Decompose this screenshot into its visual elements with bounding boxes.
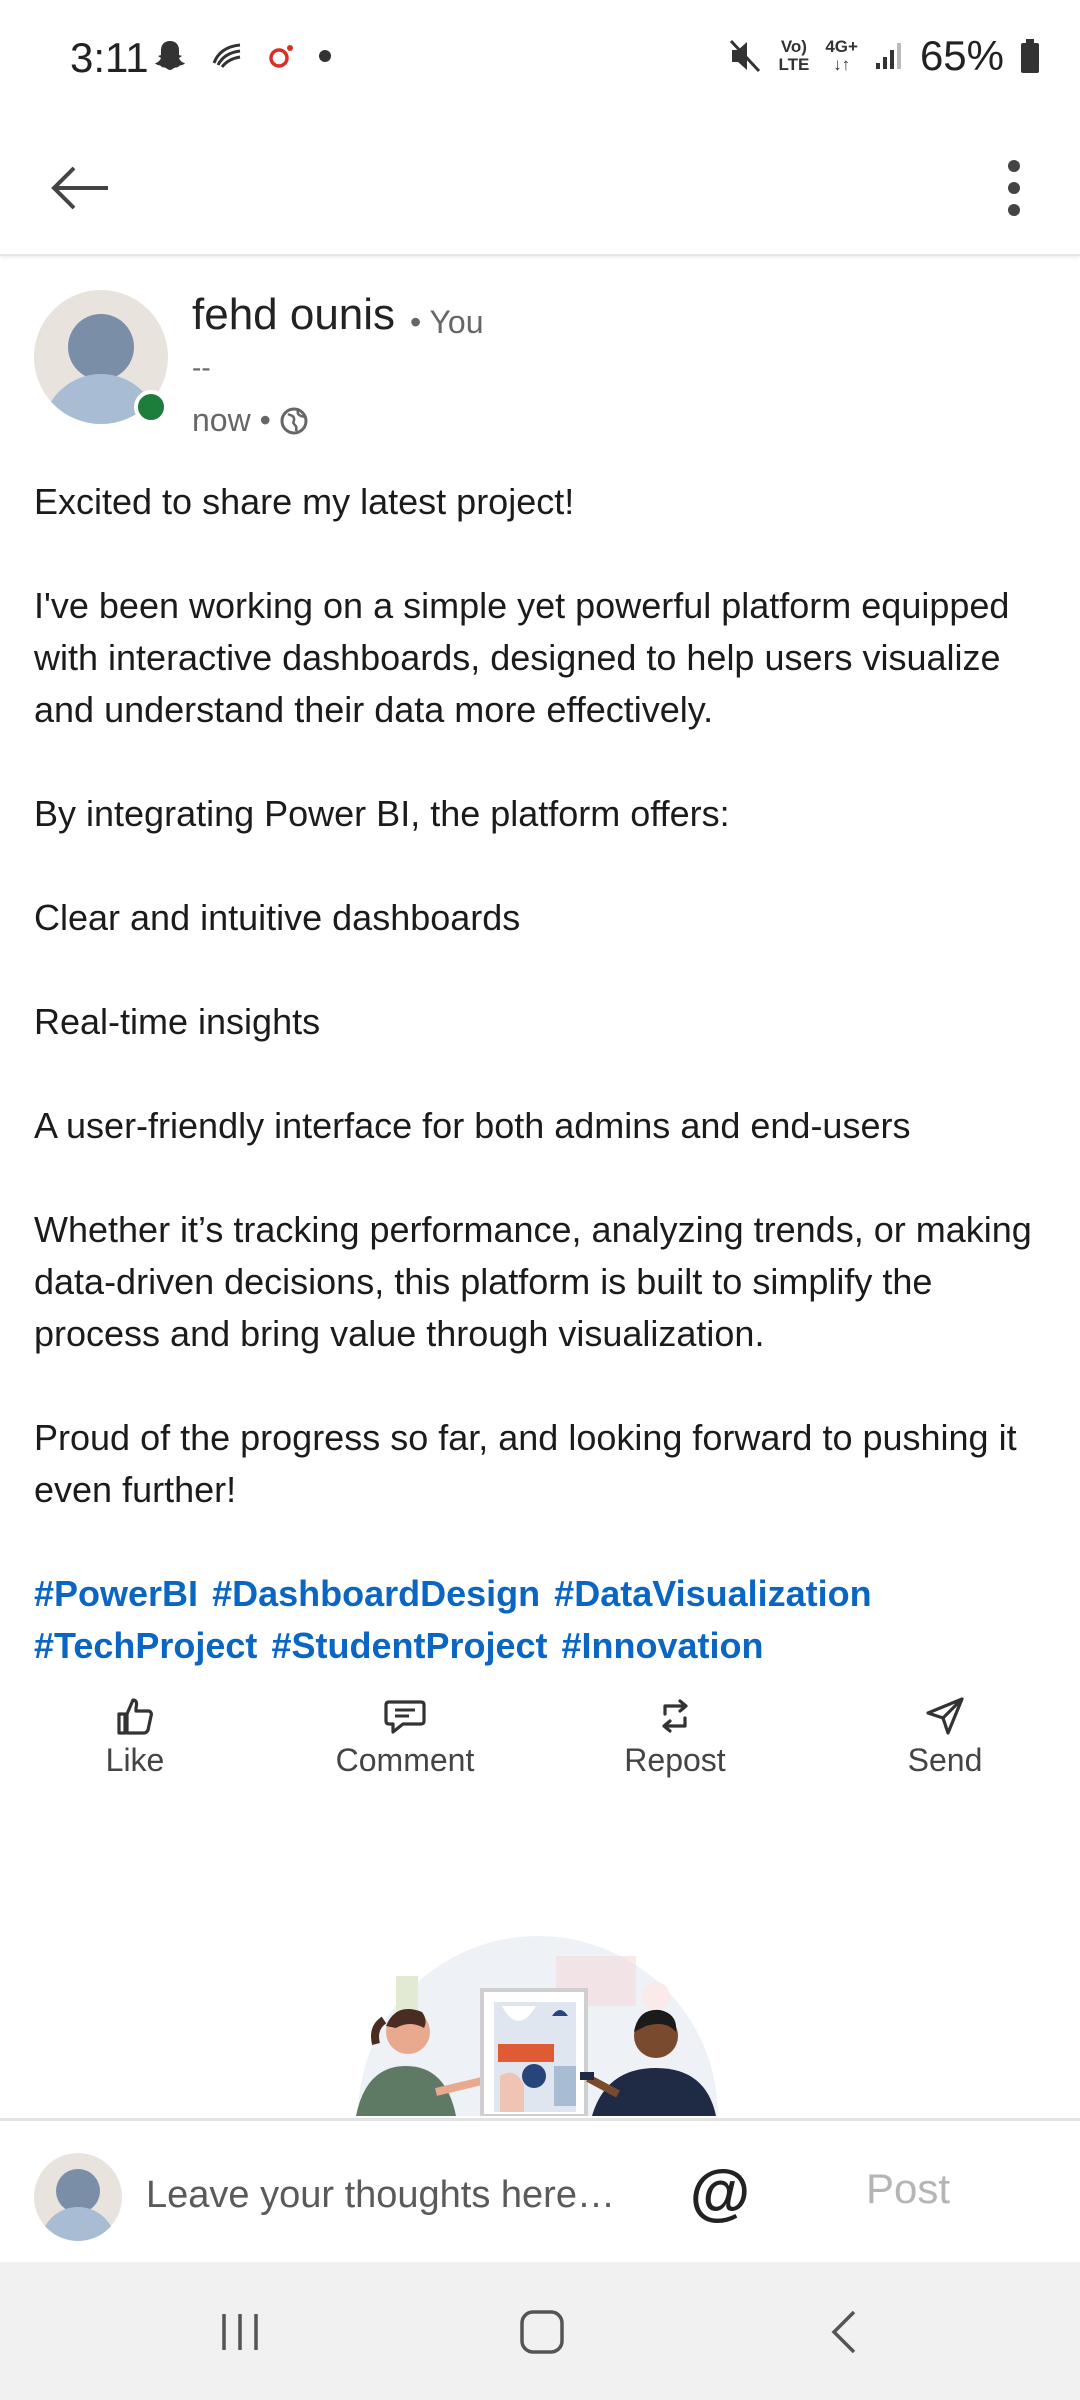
- back-nav-button[interactable]: [804, 2302, 884, 2362]
- avatar-head: [68, 314, 134, 380]
- post-paragraph: A user-friendly interface for both admin…: [34, 1105, 911, 1146]
- post-paragraph: Clear and intuitive dashboards: [34, 897, 521, 938]
- data-type: 4G+: [825, 37, 858, 56]
- post-body: Excited to share my latest project! I've…: [34, 476, 1054, 1672]
- hashtags: #PowerBI #DashboardDesign #DataVisualiza…: [34, 1568, 1054, 1672]
- comment-input[interactable]: [146, 2161, 646, 2229]
- globe-icon: [280, 407, 308, 434]
- thumbs-up-icon: [117, 1698, 153, 1735]
- app-bar: [0, 118, 1080, 256]
- status-right: Vo) LTE 4G+ ↓↑ 65%: [728, 32, 1040, 80]
- author-relation: • You: [410, 304, 484, 340]
- home-button[interactable]: [502, 2302, 582, 2362]
- hashtag-link[interactable]: #TechProject: [34, 1625, 257, 1666]
- data-indicator: 4G+ ↓↑: [825, 38, 858, 74]
- like-label: Like: [105, 1742, 165, 1778]
- repost-button[interactable]: Repost: [540, 1696, 810, 1796]
- hashtag-link[interactable]: #StudentProject: [271, 1625, 547, 1666]
- hashtag-link[interactable]: #DashboardDesign: [212, 1573, 540, 1614]
- more-options-button[interactable]: [982, 146, 1046, 230]
- notification-icons: [152, 38, 332, 74]
- send-label: Send: [907, 1742, 983, 1778]
- recent-apps-icon: [222, 2314, 258, 2350]
- data-arrows-icon: ↓↑: [833, 55, 851, 74]
- mention-button[interactable]: @: [688, 2155, 752, 2229]
- author-headline: --: [192, 352, 211, 383]
- back-button[interactable]: [40, 148, 120, 228]
- red-app-icon: [269, 45, 293, 68]
- repost-label: Repost: [624, 1742, 726, 1778]
- hashtag-link[interactable]: #PowerBI: [34, 1573, 198, 1614]
- comment-bar: @ Post: [0, 2118, 1080, 2262]
- avatar-body: [40, 2207, 116, 2241]
- more-vertical-icon: [1008, 160, 1020, 216]
- post-header: fehd ounis • You -- now •: [34, 290, 1044, 450]
- online-status-icon: [134, 390, 168, 424]
- post-paragraph: I've been working on a simple yet powerf…: [34, 585, 1010, 730]
- repost-icon: [662, 1699, 688, 1733]
- recent-apps-button[interactable]: [200, 2302, 280, 2362]
- chevron-left-icon: [831, 2310, 856, 2354]
- author-name[interactable]: fehd ounis: [192, 290, 395, 340]
- like-button[interactable]: Like: [0, 1696, 270, 1796]
- comment-button[interactable]: Comment: [270, 1696, 540, 1796]
- volte-indicator: Vo) LTE: [778, 38, 809, 74]
- volte-top: Vo): [780, 37, 807, 56]
- comments-empty-illustration: [356, 1916, 726, 2116]
- user-avatar: [34, 2153, 122, 2241]
- comment-label: Comment: [335, 1742, 475, 1778]
- post-comment-button[interactable]: Post: [866, 2165, 950, 2213]
- post-actions: Like Comment Repost Send: [0, 1696, 1080, 1796]
- status-time: 3:11: [70, 34, 149, 81]
- post-paragraph: Proud of the progress so far, and lookin…: [34, 1417, 1017, 1510]
- post-paragraph: Real-time insights: [34, 1001, 321, 1042]
- more-notifications-dot-icon: [319, 50, 331, 62]
- author-avatar[interactable]: [34, 290, 168, 424]
- post-paragraph: Excited to share my latest project!: [34, 481, 575, 522]
- comment-icon: [384, 1700, 426, 1734]
- send-button[interactable]: Send: [810, 1696, 1080, 1796]
- volte-bottom: LTE: [778, 55, 810, 74]
- home-icon: [520, 2310, 564, 2354]
- post-time: now •: [192, 402, 271, 438]
- post-meta: now •: [192, 402, 309, 439]
- hashtag-link[interactable]: #Innovation: [562, 1625, 764, 1666]
- app-notification-icon: [212, 43, 241, 68]
- send-icon: [926, 1697, 964, 1735]
- system-nav-bar: [0, 2262, 1080, 2400]
- mute-icon: [730, 39, 761, 73]
- battery-icon: [1021, 39, 1039, 73]
- post-paragraph: Whether it’s tracking performance, analy…: [34, 1209, 1032, 1354]
- post-paragraph: By integrating Power BI, the platform of…: [34, 793, 730, 834]
- hashtag-link[interactable]: #DataVisualization: [554, 1573, 871, 1614]
- people-discussing-illustration: [356, 1936, 718, 2116]
- battery-percent: 65%: [919, 32, 1004, 79]
- signal-icon: [875, 43, 901, 69]
- status-bar: 3:11 Vo) LTE 4G+ ↓↑ 65%: [0, 0, 1080, 118]
- arrow-left-icon: [51, 166, 108, 210]
- snapchat-icon: [155, 41, 185, 70]
